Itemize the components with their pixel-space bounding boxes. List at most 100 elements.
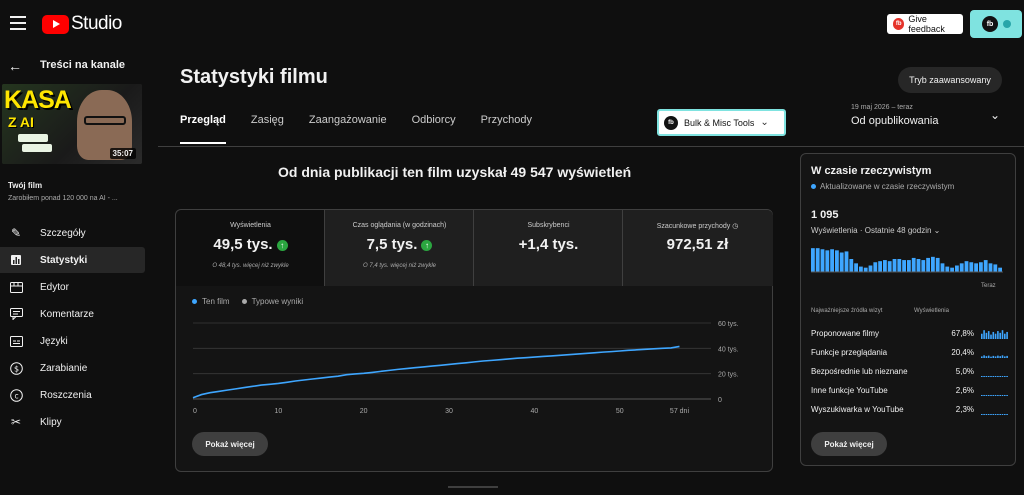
tab-engagement[interactable]: Zaangażowanie (309, 114, 387, 138)
traffic-source-sparkline (981, 414, 1008, 415)
sidebar-item-details[interactable]: ✎ Szczegóły (0, 220, 145, 246)
realtime-metric-select[interactable]: Wyświetlenia · Ostatnie 48 godzin ⌄ (811, 226, 940, 235)
chevron-down-icon[interactable]: ⌄ (990, 108, 1000, 122)
sparkline-bar (990, 395, 992, 396)
realtime-bar (883, 260, 887, 272)
sparkline-bar (997, 395, 999, 396)
divider (158, 146, 1024, 147)
traffic-source-row: Inne funkcje YouTube 2,6% (811, 386, 1011, 400)
metric-subtext: O 7,4 tys. więcej niż zwykle (362, 263, 437, 269)
sidebar-item-label: Edytor (40, 281, 69, 293)
back-arrow-icon[interactable]: ← (8, 58, 22, 74)
realtime-bar (988, 263, 993, 272)
date-range: 19 maj 2026 – teraz (851, 104, 913, 111)
sparkline-bar (992, 331, 995, 339)
studio-label: Studio (71, 13, 122, 34)
realtime-bar (969, 262, 974, 272)
realtime-bar (940, 263, 945, 272)
svg-text:$: $ (13, 364, 18, 373)
sidebar-item-analytics[interactable]: Statystyki (0, 247, 145, 273)
realtime-bar (873, 262, 878, 272)
tab-revenue[interactable]: Przychody (481, 114, 532, 138)
realtime-count: 1 095 (811, 209, 839, 221)
traffic-source-percent: 20,4% (951, 348, 974, 357)
give-feedback-button[interactable]: fb Give feedback (887, 14, 963, 34)
sparkline-bar (987, 355, 990, 358)
bulk-tools-button[interactable]: fb Bulk & Misc Tools ⌄ (657, 109, 786, 136)
date-period-select[interactable]: Od opublikowania (851, 115, 938, 127)
tab-overview[interactable]: Przegląd (180, 114, 226, 144)
metric-value: 7,5 tys. ↑ (325, 236, 474, 253)
realtime-bar (998, 267, 1002, 272)
sidebar-item-languages[interactable]: Języki (0, 328, 145, 354)
realtime-bar (830, 249, 834, 272)
sparkline-bar (994, 414, 997, 415)
realtime-bar (868, 265, 873, 272)
sidebar-item-monetization[interactable]: $ Zarabianie (0, 355, 145, 381)
sparkline-bar (1004, 395, 1006, 396)
sparkline-bar (1006, 395, 1008, 396)
sparkline-bar (985, 395, 988, 396)
realtime-title: W czasie rzeczywistym (811, 165, 932, 177)
legend-typical: Typowe wyniki (241, 297, 303, 306)
arrow-up-icon: ↑ (421, 239, 433, 251)
sparkline-bar (1001, 395, 1004, 396)
sidebar-item-editor[interactable]: Edytor (0, 274, 145, 300)
metric-subscribers[interactable]: Subskrybenci +1,4 tys. (474, 210, 623, 286)
sparkline-bar (983, 395, 985, 396)
sparkline-bar (981, 333, 983, 339)
svg-text:c: c (14, 391, 18, 400)
realtime-bar (916, 259, 921, 272)
studio-logo[interactable]: Studio (42, 13, 122, 35)
sparkline-bar (992, 355, 995, 358)
realtime-bar (983, 260, 988, 272)
realtime-show-more-button[interactable]: Pokaż więcej (811, 432, 887, 456)
metric-revenue[interactable]: Szacunkowe przychody ◷ 972,51 zł (623, 210, 773, 286)
glasses-icon (84, 116, 126, 125)
realtime-bar (979, 262, 983, 272)
metric-watch-time[interactable]: Czas oglądania (w godzinach) 7,5 tys. ↑ O… (325, 210, 474, 286)
film-label: Twój film (8, 181, 43, 190)
sparkline-bar (992, 414, 995, 415)
sparkline-bar (985, 376, 988, 377)
y-tick-label: 0 (718, 397, 722, 404)
comments-icon (8, 306, 24, 322)
traffic-source-row: Bezpośrednie lub nieznane 5,0% (811, 367, 1011, 381)
tab-bar: Przegląd Zasięg Zaangażowanie Odbiorcy P… (180, 114, 557, 144)
sparkline-bar (983, 376, 985, 377)
traffic-source-row: Funkcje przeglądania 20,4% (811, 348, 1011, 362)
account-button[interactable]: fb (970, 10, 1022, 38)
legend-this-film: Ten film (192, 297, 230, 306)
traffic-source-row: Wyszukiwarka w YouTube 2,3% (811, 405, 1011, 419)
sidebar-item-comments[interactable]: Komentarze (0, 301, 145, 327)
realtime-bar (964, 261, 969, 272)
sources-header: Najważniejsze źródła wizyt (811, 308, 883, 314)
realtime-card: W czasie rzeczywistym Aktualizowane w cz… (800, 153, 1016, 466)
sparkline-bar (994, 356, 997, 358)
metric-views[interactable]: Wyświetlenia 49,5 tys. ↑ O 48,4 tys. więc… (176, 210, 325, 286)
sidebar-item-claims[interactable]: c Roszczenia (0, 382, 145, 408)
tab-audience[interactable]: Odbiorcy (412, 114, 456, 138)
realtime-bar (811, 248, 815, 272)
sparkline-bar (997, 331, 999, 339)
tab-reach[interactable]: Zasięg (251, 114, 284, 138)
realtime-bar-chart (811, 248, 1003, 273)
sidebar-item-clips[interactable]: ✂ Klipy (0, 409, 145, 435)
arrow-up-icon: ↑ (276, 239, 288, 251)
legend-dot-icon (192, 299, 197, 305)
video-thumbnail[interactable]: KASA Z AI 35:07 (2, 84, 142, 164)
feedback-icon: fb (893, 18, 905, 30)
menu-icon[interactable] (10, 16, 26, 30)
info-icon: ◷ (732, 223, 739, 230)
realtime-bar (935, 257, 940, 272)
sparkline-bar (983, 414, 985, 415)
realtime-bar (931, 256, 935, 272)
sidebar-item-label: Klipy (40, 416, 62, 428)
advanced-mode-button[interactable]: Tryb zaawansowany (898, 67, 1002, 93)
traffic-source-name: Proponowane filmy (811, 329, 880, 338)
realtime-bar (950, 267, 954, 272)
sparkline-bar (999, 356, 1001, 358)
bulk-tools-label: Bulk & Misc Tools (684, 117, 755, 128)
realtime-bar (887, 261, 892, 272)
show-more-button[interactable]: Pokaż więcej (192, 432, 268, 456)
